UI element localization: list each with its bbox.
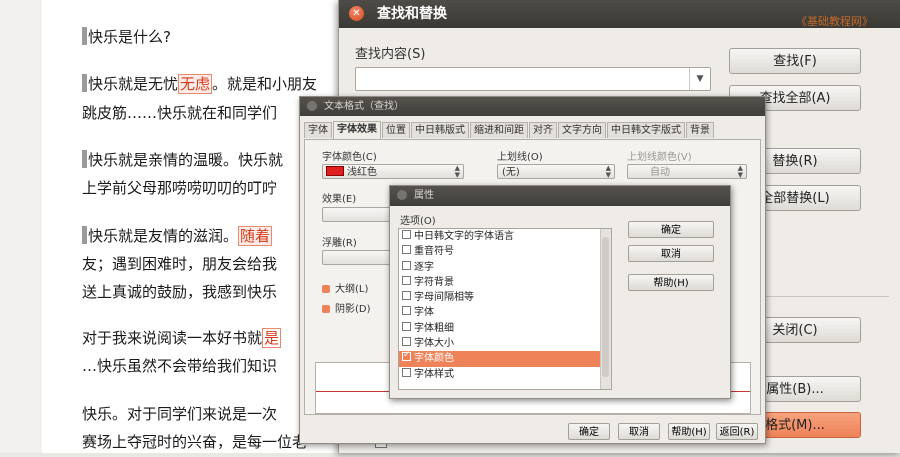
checkbox[interactable] xyxy=(402,337,411,347)
paragraph-line: 上学前父母那唠唠叨叨的叮咛 xyxy=(82,179,278,197)
help-button[interactable]: 帮助(H) xyxy=(668,423,710,440)
list-item[interactable]: 字体大小 xyxy=(399,336,611,351)
checkbox[interactable] xyxy=(402,321,411,331)
checkbox[interactable] xyxy=(402,275,411,285)
font-color-label: 字体颜色(C) xyxy=(322,152,377,163)
back-button[interactable]: 返回(R) xyxy=(716,423,758,440)
tab-asian-typography[interactable]: 中日韩文字版式 xyxy=(607,122,685,138)
tab-font-effects[interactable]: 字体效果 xyxy=(333,121,381,139)
checkbox[interactable] xyxy=(402,306,411,316)
underline-label: 上划线(O) xyxy=(497,152,543,163)
scrollbar[interactable] xyxy=(600,229,611,389)
properties-titlebar: 属性 xyxy=(390,186,730,206)
tab-font[interactable]: 字体 xyxy=(304,122,332,138)
list-item[interactable]: 中日韩文字的字体语言 xyxy=(399,229,611,244)
shadow-option[interactable]: 阴影(D) xyxy=(322,300,371,315)
outline-checkbox[interactable] xyxy=(322,285,330,293)
search-highlight: 是 xyxy=(262,328,282,348)
list-item[interactable]: 字符背景 xyxy=(399,275,611,290)
paragraph: 快乐就是亲情的温暖。快乐就 xyxy=(82,146,283,175)
close-icon[interactable] xyxy=(307,101,317,111)
list-item[interactable]: 字母间隔相等 xyxy=(399,290,611,305)
cancel-button[interactable]: 取消 xyxy=(628,245,714,262)
watermark: 《基础教程网》 xyxy=(796,15,873,28)
paragraph-marker xyxy=(82,27,87,45)
updown-icon: ▲ ▼ xyxy=(605,164,611,179)
paragraph: 对于我来说阅读一本好书就是 xyxy=(82,328,282,348)
tab-asian-layout[interactable]: 中日韩版式 xyxy=(411,122,469,138)
underline-select[interactable]: (无) ▲ ▼ xyxy=(497,164,615,179)
list-item[interactable]: 重音符号 xyxy=(399,244,611,259)
list-item[interactable]: 字体 xyxy=(399,305,611,320)
effects-select[interactable] xyxy=(322,207,392,222)
checkbox[interactable] xyxy=(402,367,411,377)
checkbox[interactable] xyxy=(402,230,411,239)
tab-alignment[interactable]: 对齐 xyxy=(529,122,557,138)
list-item[interactable]: 字体样式 xyxy=(399,367,611,382)
tab-background[interactable]: 背景 xyxy=(686,122,714,138)
paragraph: 快乐就是友情的滋润。 随着 xyxy=(82,222,273,251)
relief-label: 浮雕(R) xyxy=(322,238,357,249)
dialog-title: 查找和替换 xyxy=(377,6,447,22)
outline-option[interactable]: 大纲(L) xyxy=(322,280,368,295)
close-icon[interactable] xyxy=(397,190,407,200)
paragraph: 快乐。对于同学们来说是一次 xyxy=(82,405,278,423)
paragraph: 快乐就是无忧 无虑 。就是和小朋友 xyxy=(82,70,317,99)
checkbox[interactable] xyxy=(402,245,411,255)
list-item[interactable]: 字体粗细 xyxy=(399,321,611,336)
text-format-titlebar: 文本格式（查找） xyxy=(300,97,765,116)
paragraph-marker xyxy=(82,150,87,168)
font-color-select[interactable]: 浅红色 ▲ ▼ xyxy=(322,164,464,179)
paragraph-line: 友；遇到困难时，朋友会给我 xyxy=(82,255,278,273)
effects-label: 效果(E) xyxy=(322,194,357,205)
checkbox[interactable] xyxy=(402,291,411,301)
tab-bar: 字体 字体效果 位置 中日韩版式 缩进和间距 对齐 文字方向 中日韩文字版式 背… xyxy=(304,121,715,139)
close-icon[interactable]: ✕ xyxy=(349,6,364,21)
updown-icon: ▲ ▼ xyxy=(454,164,460,179)
relief-select[interactable] xyxy=(322,250,392,265)
properties-list[interactable]: 中日韩文字的字体语言 重音符号 逐字 字符背景 字母间隔相等 字体 字体粗细 字… xyxy=(398,228,612,390)
checkbox-checked[interactable]: ✓ xyxy=(402,350,411,362)
list-item-selected[interactable]: ✓ 字体颜色 xyxy=(399,350,611,367)
options-label: 选项(O) xyxy=(400,216,436,227)
shadow-checkbox[interactable] xyxy=(322,305,330,313)
checkmark-icon: ✓ xyxy=(403,350,411,361)
paragraph-marker xyxy=(82,74,87,92)
help-button[interactable]: 帮助(H) xyxy=(628,274,714,291)
paragraph-line: …快乐虽然不会带给我们知识 xyxy=(82,357,278,375)
search-highlight: 无虑 xyxy=(178,74,213,94)
chevron-down-icon[interactable]: ▼ xyxy=(689,68,710,90)
ok-button[interactable]: 确定 xyxy=(628,221,714,238)
properties-dialog: 属性 选项(O) 中日韩文字的字体语言 重音符号 逐字 字符背景 字母间隔相等 … xyxy=(389,185,731,399)
updown-icon: ▲ ▼ xyxy=(737,164,743,179)
list-item[interactable]: 逐字 xyxy=(399,260,611,275)
cancel-button[interactable]: 取消 xyxy=(618,423,660,440)
paragraph: 快乐是什么? xyxy=(82,23,171,52)
scrollbar-thumb[interactable] xyxy=(602,237,609,377)
color-swatch xyxy=(326,166,344,176)
search-label: 查找内容(S) xyxy=(355,47,426,62)
ok-button[interactable]: 确定 xyxy=(568,423,610,440)
tab-text-direction[interactable]: 文字方向 xyxy=(558,122,606,138)
checkbox[interactable] xyxy=(402,260,411,270)
search-combobox[interactable]: ▼ xyxy=(355,67,711,91)
find-button[interactable]: 查找(F) xyxy=(729,48,861,74)
paragraph-line: 跳皮筋……快乐就在和同学们 xyxy=(82,104,278,122)
tab-position[interactable]: 位置 xyxy=(382,122,410,138)
tab-indents-spacing[interactable]: 缩进和间距 xyxy=(470,122,528,138)
search-highlight: 随着 xyxy=(238,226,273,246)
dialog-title: 属性 xyxy=(414,190,434,201)
dialog-title: 文本格式（查找） xyxy=(324,101,404,112)
find-replace-titlebar: ✕ 查找和替换 《基础教程网》 xyxy=(339,0,900,28)
underline-color-label: 上划线颜色(V) xyxy=(627,152,692,163)
underline-color-select[interactable]: 自动 ▲ ▼ xyxy=(627,164,747,179)
paragraph-marker xyxy=(82,226,87,244)
paragraph-line: 送上真诚的鼓励，我感到快乐 xyxy=(82,283,278,301)
